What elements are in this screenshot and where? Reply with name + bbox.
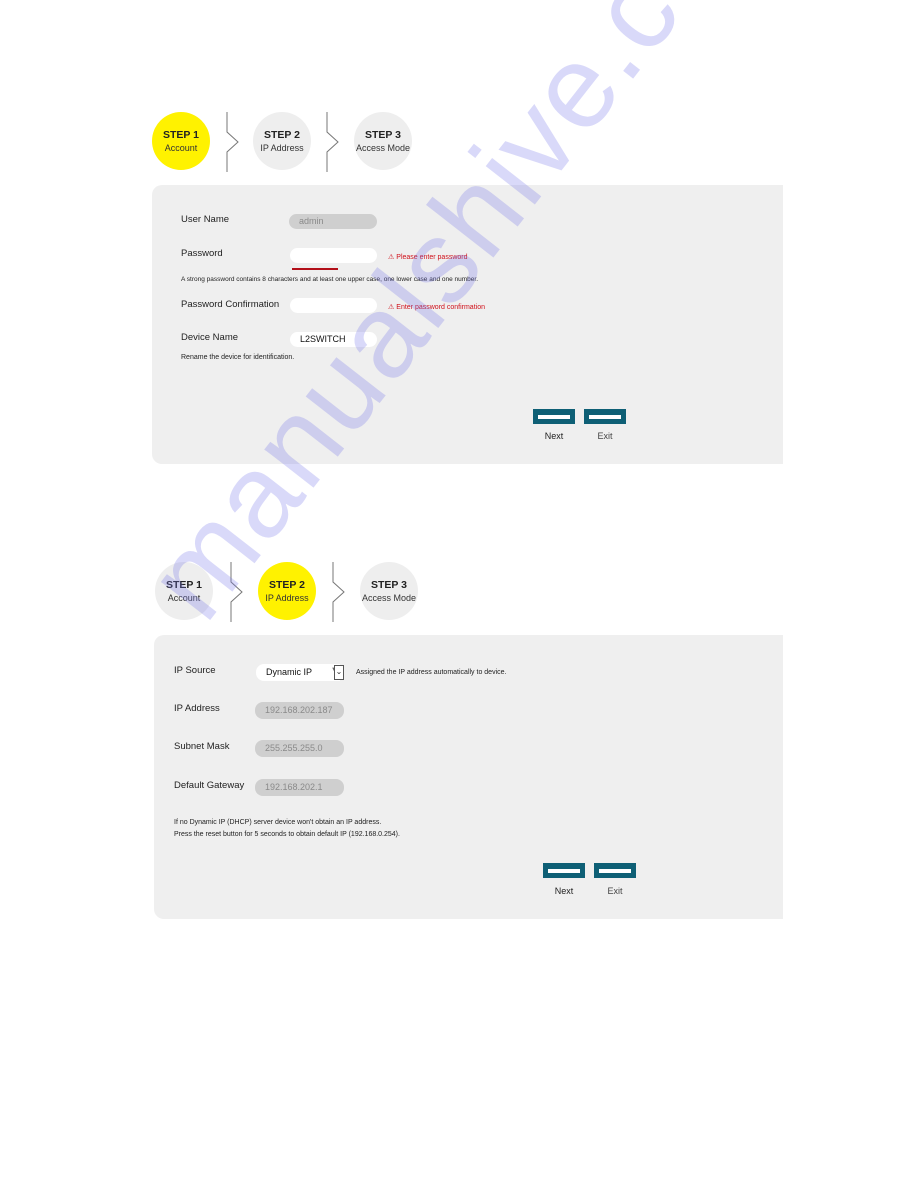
exit-button[interactable] — [584, 409, 626, 424]
user-name-label: User Name — [181, 214, 230, 225]
password-confirmation-error-text: Enter password confirmation — [396, 304, 485, 311]
step-name: Account — [167, 592, 201, 603]
subnet-mask-field: 255.255.255.0 — [255, 740, 344, 757]
chevron-separator-icon — [326, 112, 339, 172]
password-hint: A strong password contains 8 characters … — [181, 276, 479, 283]
password-confirmation-label: Password Confirmation — [181, 299, 280, 310]
step-name: Account — [164, 142, 198, 153]
warning-icon: ⚠ — [388, 304, 395, 311]
next-button-label[interactable]: Next — [543, 886, 585, 896]
ip-form-panel — [154, 635, 783, 919]
ip-address-label: IP Address — [174, 703, 220, 714]
step-number: STEP 2 — [264, 128, 300, 141]
password-error-text: Please enter password — [396, 254, 468, 261]
next-button[interactable] — [533, 409, 575, 424]
step-2-ip-address[interactable]: STEP 2 IP Address — [253, 112, 311, 170]
step-name: Access Mode — [355, 142, 411, 153]
step-number: STEP 3 — [371, 578, 407, 591]
next-button-label[interactable]: Next — [533, 431, 575, 441]
chevron-separator-icon — [230, 562, 243, 622]
user-name-field: admin — [289, 214, 377, 229]
exit-button-label[interactable]: Exit — [594, 886, 636, 896]
step-number: STEP 2 — [269, 578, 305, 591]
device-name-label: Device Name — [181, 332, 239, 343]
account-form-panel — [152, 185, 783, 464]
chevron-down-icon[interactable]: ⌄ — [334, 665, 344, 680]
device-name-hint: Rename the device for identification. — [181, 354, 295, 361]
next-button[interactable] — [543, 863, 585, 878]
dhcp-note-line-2: Press the reset button for 5 seconds to … — [174, 831, 400, 838]
password-error: ⚠ Please enter password — [388, 253, 468, 261]
password-input[interactable] — [290, 248, 377, 263]
password-confirmation-input[interactable] — [290, 298, 377, 313]
step-name: Access Mode — [361, 592, 417, 603]
ip-source-label: IP Source — [174, 665, 216, 676]
step-name: IP Address — [265, 592, 309, 603]
device-name-input[interactable]: L2SWITCH — [290, 332, 377, 347]
exit-button-label[interactable]: Exit — [584, 431, 626, 441]
chevron-separator-icon — [332, 562, 345, 622]
default-gateway-label: Default Gateway — [174, 780, 245, 791]
subnet-mask-label: Subnet Mask — [174, 741, 230, 752]
password-strength-bar — [292, 268, 338, 270]
exit-button[interactable] — [594, 863, 636, 878]
step-name: IP Address — [260, 142, 304, 153]
chevron-separator-icon — [226, 112, 239, 172]
ip-source-select[interactable]: Dynamic IP — [256, 664, 340, 681]
ip-address-field: 192.168.202.187 — [255, 702, 344, 719]
step-2-ip-address[interactable]: STEP 2 IP Address — [258, 562, 316, 620]
warning-icon: ⚠ — [388, 254, 395, 261]
step-1-account[interactable]: STEP 1 Account — [152, 112, 210, 170]
step-number: STEP 1 — [163, 128, 199, 141]
password-label: Password — [181, 248, 223, 259]
step-number: STEP 1 — [166, 578, 202, 591]
ip-source-hint: Assigned the IP address automatically to… — [356, 669, 507, 676]
step-3-access-mode[interactable]: STEP 3 Access Mode — [360, 562, 418, 620]
password-confirmation-error: ⚠ Enter password confirmation — [388, 303, 485, 311]
step-1-account[interactable]: STEP 1 Account — [155, 562, 213, 620]
step-number: STEP 3 — [365, 128, 401, 141]
step-3-access-mode[interactable]: STEP 3 Access Mode — [354, 112, 412, 170]
default-gateway-field: 192.168.202.1 — [255, 779, 344, 796]
dhcp-note-line-1: If no Dynamic IP (DHCP) server device wo… — [174, 819, 382, 826]
